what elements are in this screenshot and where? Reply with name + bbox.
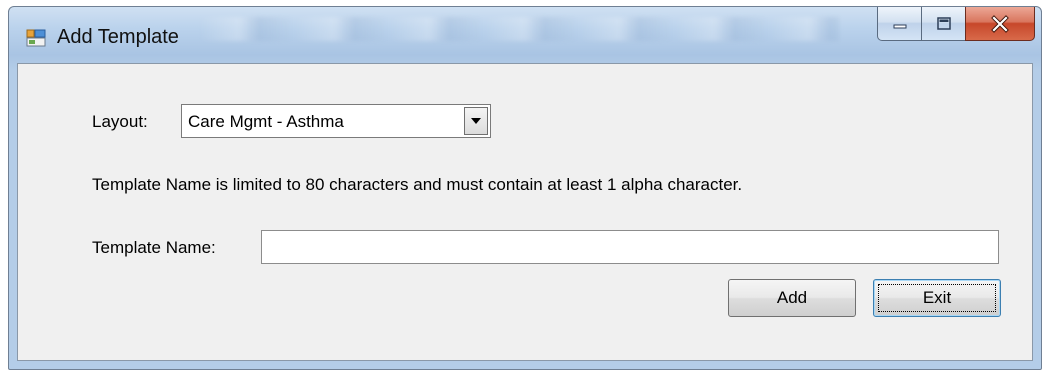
title-bar[interactable]: Add Template bbox=[9, 7, 1041, 63]
add-button[interactable]: Add bbox=[728, 279, 856, 317]
layout-label: Layout: bbox=[92, 112, 148, 131]
template-name-label: Template Name: bbox=[92, 238, 216, 257]
template-name-hint: Template Name is limited to 80 character… bbox=[92, 175, 743, 194]
minimize-button[interactable] bbox=[877, 7, 921, 41]
chevron-down-icon bbox=[471, 118, 481, 124]
dialog-body: Layout: Care Mgmt - Asthma Template Name… bbox=[17, 63, 1033, 361]
dropdown-arrow-button[interactable] bbox=[464, 107, 488, 135]
app-window-icon bbox=[26, 29, 46, 47]
template-name-input[interactable] bbox=[261, 230, 999, 264]
maximize-icon bbox=[936, 16, 951, 30]
close-button[interactable] bbox=[965, 7, 1035, 41]
exit-button-label: Exit bbox=[922, 288, 952, 307]
add-template-window: Add Template Layout: Care Mgmt - Asthma … bbox=[8, 6, 1042, 370]
exit-button[interactable]: Exit bbox=[873, 279, 1001, 317]
close-icon bbox=[991, 14, 1009, 33]
layout-selected-value: Care Mgmt - Asthma bbox=[188, 112, 344, 131]
window-title: Add Template bbox=[57, 26, 179, 48]
layout-dropdown[interactable]: Care Mgmt - Asthma bbox=[181, 104, 491, 138]
minimize-icon bbox=[893, 24, 906, 28]
caption-buttons bbox=[877, 7, 1035, 41]
maximize-button[interactable] bbox=[921, 7, 965, 41]
